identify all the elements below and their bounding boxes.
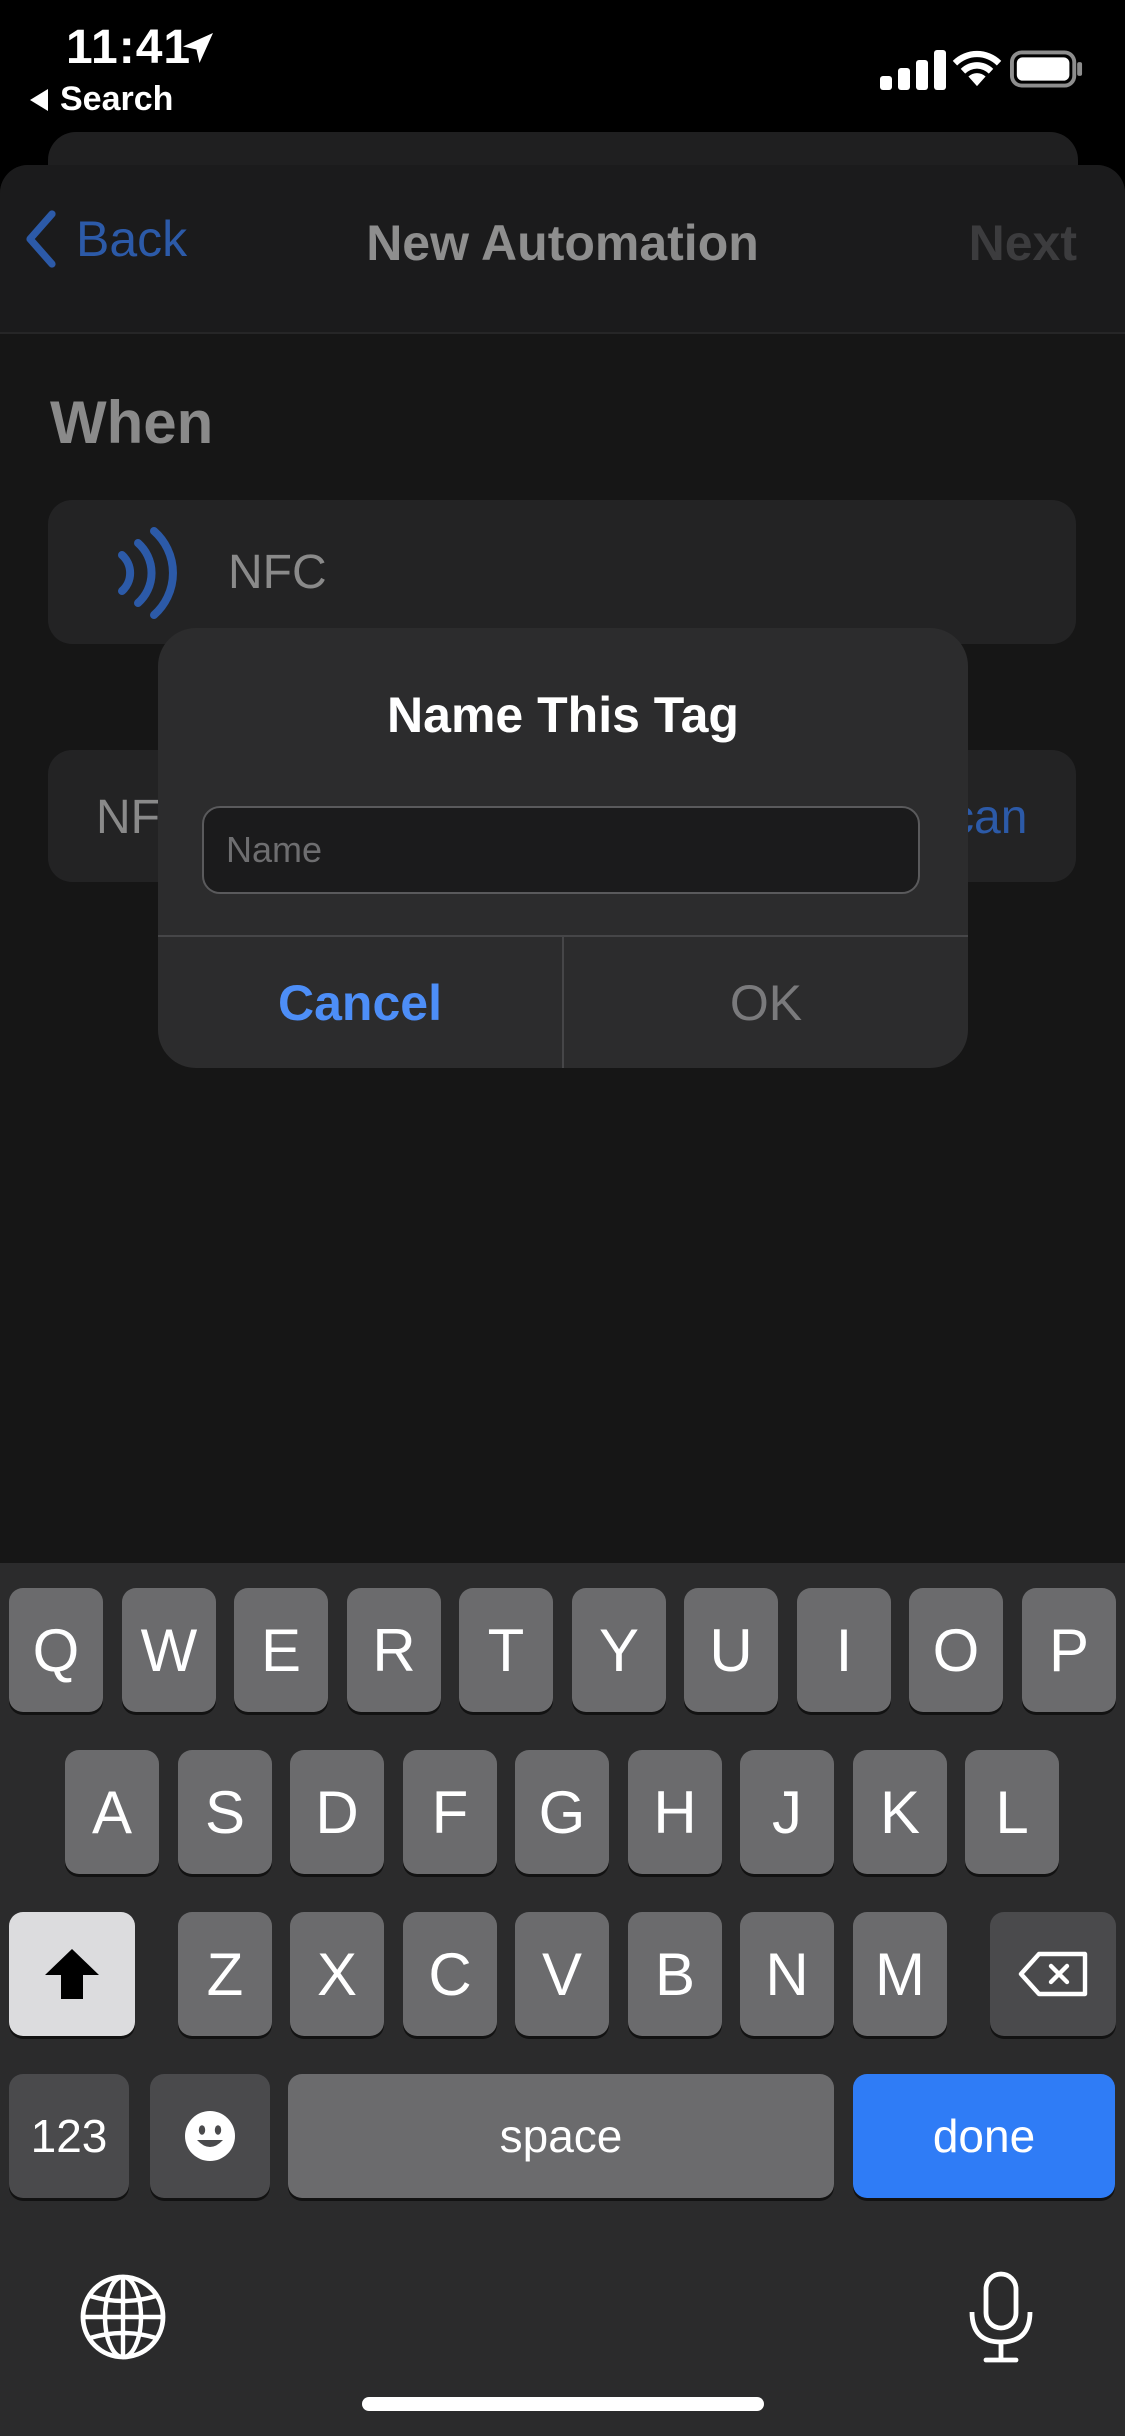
next-button[interactable]: Next (969, 214, 1077, 272)
key-g[interactable]: G (515, 1750, 609, 1874)
numbers-key[interactable]: 123 (9, 2074, 129, 2198)
section-header: When (50, 389, 214, 456)
mic-icon[interactable] (966, 2270, 1036, 2366)
back-to-app-label: Search (60, 80, 174, 118)
nfc-icon (118, 527, 177, 619)
back-triangle-icon (30, 88, 48, 111)
shift-icon (45, 1949, 99, 1999)
shift-key[interactable] (9, 1912, 135, 2036)
status-bar: 11:41 Search (0, 0, 1125, 130)
status-time: 11:41 (66, 21, 192, 74)
key-x[interactable]: X (290, 1912, 384, 2036)
home-indicator (362, 2397, 764, 2411)
key-e[interactable]: E (234, 1588, 328, 1712)
trigger-label: NFC (228, 546, 327, 599)
space-key-label: space (499, 2110, 623, 2162)
key-f[interactable]: F (403, 1750, 497, 1874)
key-t[interactable]: T (459, 1588, 553, 1712)
key-n[interactable]: N (740, 1912, 834, 2036)
emoji-key[interactable] (150, 2074, 270, 2198)
battery-icon (1010, 50, 1083, 88)
key-y[interactable]: Y (572, 1588, 666, 1712)
key-w[interactable]: W (122, 1588, 216, 1712)
wifi-icon (952, 50, 1002, 87)
key-i[interactable]: I (797, 1588, 891, 1712)
page-title: New Automation (366, 215, 759, 271)
key-o[interactable]: O (909, 1588, 1003, 1712)
key-s[interactable]: S (178, 1750, 272, 1874)
location-arrow-icon (183, 33, 213, 63)
key-k[interactable]: K (853, 1750, 947, 1874)
key-c[interactable]: C (403, 1912, 497, 2036)
key-v[interactable]: V (515, 1912, 609, 2036)
key-u[interactable]: U (684, 1588, 778, 1712)
key-q[interactable]: Q (9, 1588, 103, 1712)
space-key[interactable]: space (288, 2074, 834, 2198)
ok-button[interactable]: OK (564, 937, 968, 1068)
nfc-tag-label: NF (96, 791, 160, 844)
done-key-label: done (932, 2110, 1036, 2162)
dialog-title: Name This Tag (387, 687, 739, 743)
key-a[interactable]: A (65, 1750, 159, 1874)
tag-name-input[interactable] (202, 806, 920, 894)
key-d[interactable]: D (290, 1750, 384, 1874)
key-z[interactable]: Z (178, 1912, 272, 2036)
delete-key[interactable] (990, 1912, 1116, 2036)
done-key[interactable]: done (853, 2074, 1115, 2198)
name-tag-dialog: Name This Tag Cancel OK (158, 628, 968, 1068)
emoji-icon (185, 2111, 235, 2161)
key-m[interactable]: M (853, 1912, 947, 2036)
key-j[interactable]: J (740, 1750, 834, 1874)
key-h[interactable]: H (628, 1750, 722, 1874)
signal-icon (880, 50, 946, 90)
key-p[interactable]: P (1022, 1588, 1116, 1712)
trigger-row[interactable] (48, 500, 1076, 644)
cancel-button[interactable]: Cancel (158, 937, 562, 1068)
back-to-app-button[interactable]: Search (30, 80, 173, 119)
key-l[interactable]: L (965, 1750, 1059, 1874)
key-b[interactable]: B (628, 1912, 722, 2036)
key-r[interactable]: R (347, 1588, 441, 1712)
numbers-key-label: 123 (30, 2110, 108, 2162)
globe-icon[interactable] (78, 2272, 168, 2362)
delete-icon (1018, 1951, 1088, 1997)
